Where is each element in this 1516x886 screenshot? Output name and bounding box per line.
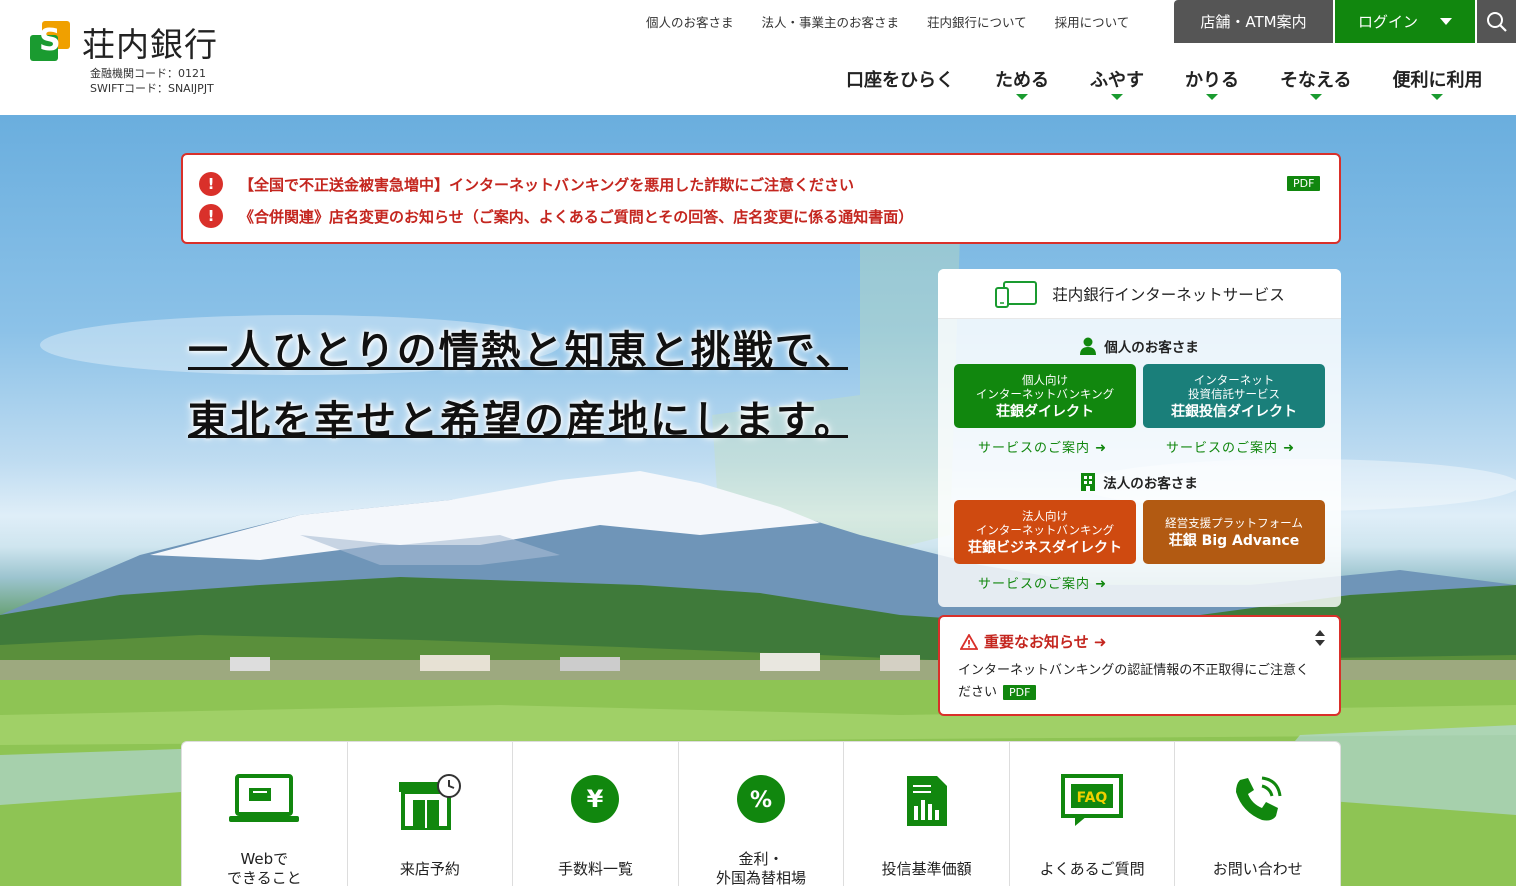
service-guide-link-business[interactable]: サービスのご案内 ➜: [978, 573, 1107, 592]
pdf-badge: PDF: [1003, 685, 1037, 700]
building-icon: [1081, 473, 1096, 491]
top-link-about[interactable]: 荘内銀行について: [927, 12, 1027, 31]
nav-convenient[interactable]: 便利に利用: [1392, 66, 1482, 100]
important-notice-title[interactable]: 重要なお知らせ ➜: [960, 631, 1107, 652]
top-nav: 個人のお客さま 法人・事業主のお客さま 荘内銀行について 採用について: [646, 12, 1129, 31]
quick-link-label: 投信基準価額: [881, 860, 972, 878]
nav-save[interactable]: ためる: [995, 66, 1049, 100]
quick-link-label: Webで できること: [226, 850, 302, 886]
quick-link-label: 手数料一覧: [557, 860, 633, 878]
sort-arrows-icon[interactable]: [1314, 629, 1326, 647]
internet-service-title: 荘内銀行インターネットサービス: [1052, 285, 1285, 304]
svg-text:¥: ¥: [587, 785, 604, 813]
alert-text: 【全国で不正送金被害急増中】インターネットバンキングを悪用した詐欺にご注意くださ…: [239, 175, 855, 194]
slogan-underline-2: [188, 435, 848, 438]
logo-mark-icon: S: [30, 21, 72, 63]
store-atm-button[interactable]: 店舗・ATM案内: [1174, 0, 1333, 43]
alert-text: 《合併関連》店名変更のお知らせ（ご案内、よくあるご質問とその回答、店名変更に係る…: [239, 207, 914, 226]
swift-code: SWIFTコード：SNAIJPJT: [90, 82, 214, 95]
person-icon: [1080, 337, 1097, 355]
pdf-badge: PDF: [1287, 176, 1321, 191]
laptop-icon: [229, 774, 300, 822]
nav-arrow-icon: [1206, 94, 1218, 100]
svg-text:FAQ: FAQ: [1077, 790, 1108, 806]
quick-link-faq[interactable]: FAQ よくあるご質問: [1010, 742, 1176, 886]
percent-icon: %: [737, 775, 786, 823]
login-label: ログイン: [1357, 13, 1418, 31]
nav-arrow-icon: [1431, 94, 1444, 100]
shogin-direct-button[interactable]: 個人向け インターネットバンキング 荘銀ダイレクト: [954, 364, 1136, 428]
nav-arrow-icon: [1016, 94, 1028, 100]
internet-service-header: 荘内銀行インターネットサービス: [938, 269, 1341, 319]
document-chart-icon: [906, 776, 947, 826]
nav-open-account[interactable]: 口座をひらく: [846, 66, 954, 92]
site-header: S 荘内銀行 金融機関コード：0121 SWIFTコード：SNAIJPJT 個人…: [0, 0, 1516, 115]
service-guide-link-personal[interactable]: サービスのご案内 ➜: [978, 437, 1107, 456]
quick-link-visit-reservation[interactable]: 来店予約: [348, 742, 514, 886]
quick-link-label: よくあるご質問: [1039, 860, 1145, 878]
top-link-personal[interactable]: 個人のお客さま: [646, 12, 734, 31]
exclamation-icon: !: [199, 204, 223, 228]
nav-borrow[interactable]: かりる: [1185, 66, 1239, 100]
bank-code: 金融機関コード：0121: [90, 67, 206, 80]
nav-prepare[interactable]: そなえる: [1280, 66, 1351, 100]
quick-link-web-services[interactable]: Webで できること: [182, 742, 348, 886]
yen-icon: ¥: [571, 775, 620, 823]
devices-icon: [995, 280, 1038, 308]
slogan-underline-1: [188, 367, 848, 370]
alert-item-rename[interactable]: ! 《合併関連》店名変更のお知らせ（ご案内、よくあるご質問とその回答、店名変更に…: [199, 204, 913, 228]
bank-code-info: 金融機関コード：0121 SWIFTコード：SNAIJPJT: [90, 66, 214, 96]
personal-section-label: 個人のお客さま: [938, 336, 1341, 356]
quick-links-bar: Webで できること 来店予約 ¥ 手数料一覧 % 金利・ 外国為替相場 投信基…: [181, 741, 1341, 886]
nav-arrow-icon: [1309, 94, 1322, 100]
faq-icon: FAQ: [1061, 774, 1124, 826]
chevron-down-icon: [1440, 18, 1452, 25]
login-button[interactable]: ログイン: [1335, 0, 1475, 43]
quick-link-label: 来店予約: [399, 860, 460, 878]
top-link-recruit[interactable]: 採用について: [1055, 12, 1130, 31]
corporate-section-label: 法人のお客さま: [938, 472, 1341, 492]
top-link-corporate[interactable]: 法人・事業主のお客さま: [762, 12, 900, 31]
shogin-toshin-direct-button[interactable]: インターネット 投資信託サービス 荘銀投信ダイレクト: [1143, 364, 1325, 428]
alert-box: ! 【全国で不正送金被害急増中】インターネットバンキングを悪用した詐欺にご注意く…: [181, 153, 1341, 244]
important-notice-box: 重要なお知らせ ➜ インターネットバンキングの認証情報の不正取得にご注意ください…: [938, 615, 1341, 716]
quick-link-fees[interactable]: ¥ 手数料一覧: [513, 742, 679, 886]
warning-icon: [960, 633, 978, 650]
internet-service-panel: 荘内銀行インターネットサービス 個人のお客さま 個人向け インターネットバンキン…: [938, 269, 1341, 607]
bank-logo[interactable]: S 荘内銀行: [30, 18, 218, 66]
quick-link-label: 金利・ 外国為替相場: [716, 850, 807, 886]
logo-name: 荘内銀行: [82, 25, 218, 64]
search-button[interactable]: [1477, 0, 1516, 43]
store-atm-label: 店舗・ATM案内: [1200, 13, 1307, 31]
nav-arrow-icon: [1111, 94, 1123, 100]
alert-item-fraud[interactable]: ! 【全国で不正送金被害急増中】インターネットバンキングを悪用した詐欺にご注意く…: [199, 172, 854, 196]
search-icon: [1486, 11, 1507, 32]
phone-icon: [1235, 776, 1282, 821]
exclamation-icon: !: [199, 172, 223, 196]
shogin-business-direct-button[interactable]: 法人向け インターネットバンキング 荘銀ビジネスダイレクト: [954, 500, 1136, 564]
nav-invest[interactable]: ふやす: [1090, 66, 1144, 100]
quick-link-rates[interactable]: % 金利・ 外国為替相場: [679, 742, 845, 886]
service-guide-link-toshin[interactable]: サービスのご案内 ➜: [1166, 437, 1295, 456]
svg-text:%: %: [750, 788, 772, 813]
store-clock-icon: [398, 774, 461, 830]
quick-link-label: お問い合わせ: [1212, 860, 1303, 878]
quick-link-fund-prices[interactable]: 投信基準価額: [844, 742, 1010, 886]
main-nav: 口座をひらく ためる ふやす かりる そなえる 便利に利用: [846, 66, 1482, 100]
shogin-big-advance-button[interactable]: 経営支援プラットフォーム 荘銀 Big Advance: [1143, 500, 1325, 564]
important-notice-item[interactable]: インターネットバンキングの認証情報の不正取得にご注意ください PDF: [958, 660, 1318, 704]
quick-link-contact[interactable]: お問い合わせ: [1175, 742, 1340, 886]
